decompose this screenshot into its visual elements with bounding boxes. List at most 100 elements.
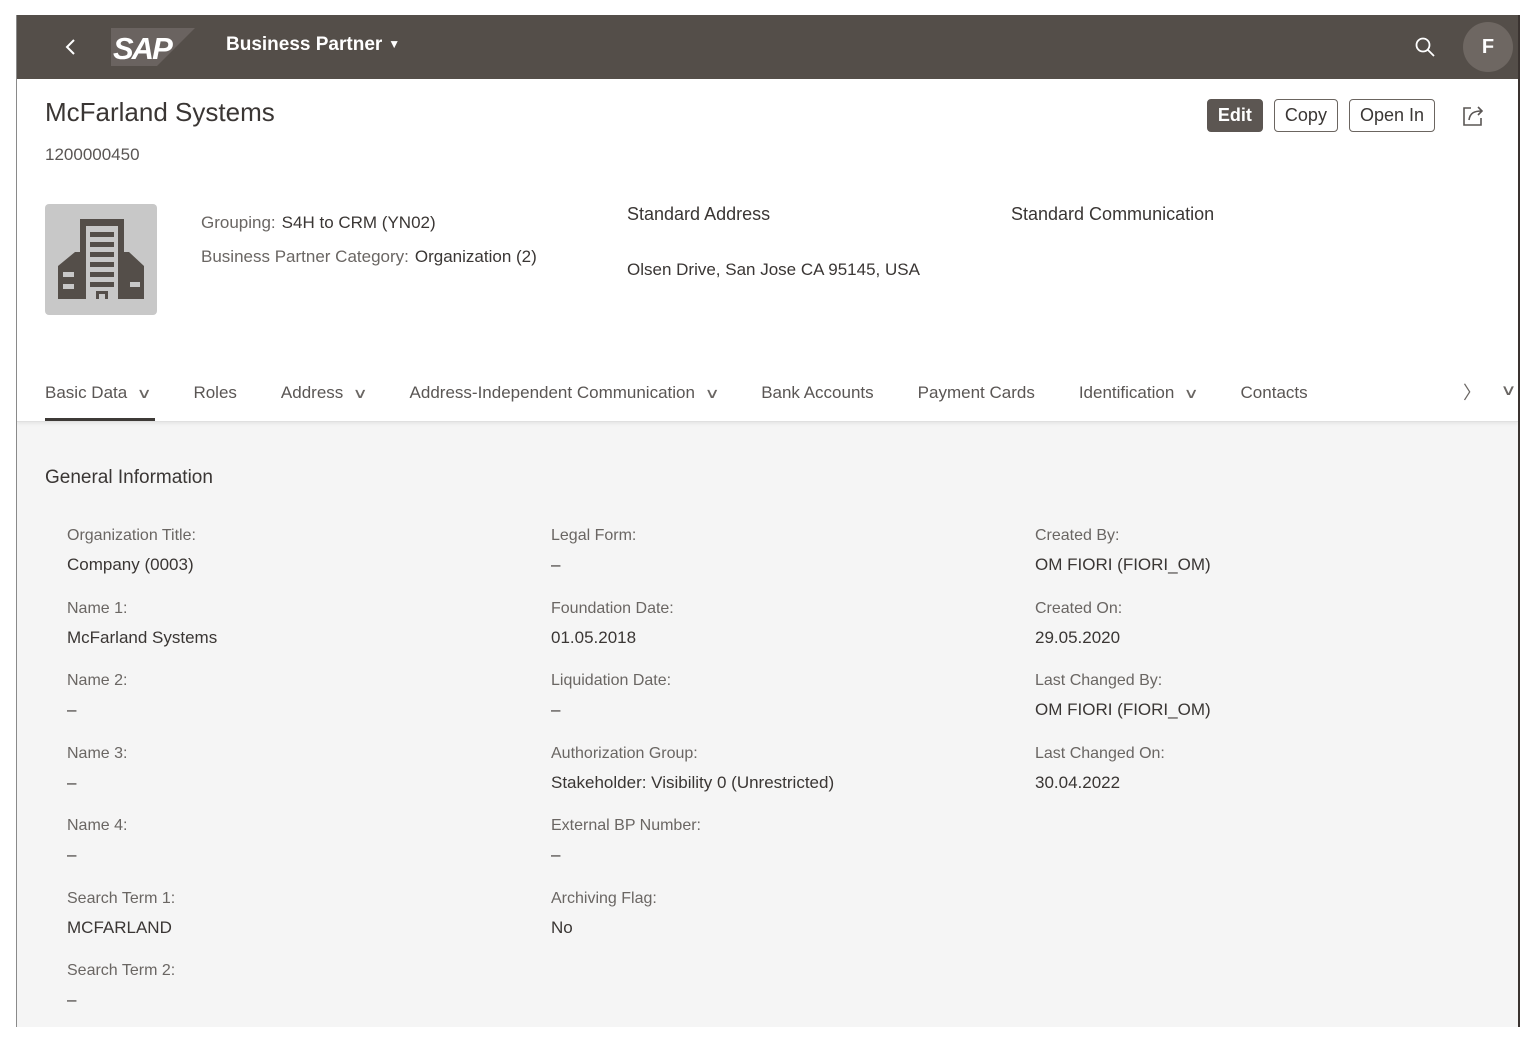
field-label: Created On:	[1035, 599, 1123, 617]
tab-label: Basic Data	[45, 383, 128, 402]
field-value: Stakeholder: Visibility 0 (Unrestricted)	[551, 772, 835, 792]
field-label: Created By:	[1035, 527, 1120, 544]
tab-label: Bank Accounts	[761, 383, 874, 402]
app-window: SAP Business Partner ▼ F McFarland System…	[16, 15, 1520, 1027]
tab-basic-data[interactable]: Basic Data ∨	[45, 369, 156, 421]
chevron-down-icon[interactable]: ∨	[137, 369, 152, 417]
field-value: –	[551, 555, 561, 574]
field-search-term-1: Search Term 1: MCFARLAND	[67, 886, 217, 959]
field-label: Archiving Flag:	[551, 889, 657, 907]
anchor-bar: Basic Data ∨ Roles Address ∨ Address-Indep…	[45, 369, 1352, 421]
field-label: Name 1:	[67, 599, 128, 617]
tab-label: Contacts	[1240, 383, 1308, 402]
tab-contacts[interactable]: Contacts	[1241, 369, 1308, 421]
building-icon	[58, 219, 144, 299]
chevron-left-icon	[65, 39, 75, 55]
field-value: –	[67, 845, 77, 864]
tab-address-independent-communication[interactable]: Address-Independent Communication ∨	[409, 369, 720, 421]
field-value: 01.05.2018	[551, 627, 637, 647]
field-label: Search Term 2:	[67, 962, 176, 979]
attribute-bp-category: Business Partner Category: Organization (…	[201, 240, 537, 274]
chevron-down-icon[interactable]: ∨	[1184, 369, 1199, 417]
standard-address-value: Olsen Drive, San Jose CA 95145, USA	[627, 260, 920, 279]
attribute-label: Business Partner Category:	[201, 247, 409, 266]
tab-label: Payment Cards	[917, 383, 1035, 402]
standard-communication-title: Standard Communication	[1011, 204, 1215, 224]
tab-label: Address	[280, 383, 344, 402]
field-value: –	[551, 845, 561, 864]
field-name-3: Name 3: –	[67, 741, 217, 814]
field-label: Organization Title:	[67, 527, 196, 544]
tab-identification[interactable]: Identification ∨	[1078, 369, 1199, 421]
field-value: 29.05.2020	[1035, 627, 1121, 647]
field-name-1: Name 1: McFarland Systems	[67, 596, 217, 669]
field-search-term-2: Search Term 2: –	[67, 958, 217, 1027]
field-authorization-group: Authorization Group: Stakeholder: Visibil…	[551, 741, 834, 814]
chevron-down-icon[interactable]: ∨	[353, 369, 368, 417]
field-value: –	[67, 990, 77, 1009]
field-label: Name 3:	[67, 744, 128, 762]
attribute-label: Grouping:	[201, 213, 276, 232]
field-external-bp-number: External BP Number: –	[551, 813, 834, 886]
sap-logo-text: SAP	[113, 31, 173, 66]
field-label: Authorization Group:	[551, 744, 698, 762]
field-last-changed-by: Last Changed By: OM FIORI (FIORI_OM)	[1035, 668, 1211, 741]
share-icon[interactable]	[1458, 101, 1488, 131]
field-name-4: Name 4: –	[67, 813, 217, 886]
header-attributes: Grouping: S4H to CRM (YN02) Business Part…	[201, 206, 537, 274]
form-column-2: Legal Form: – Foundation Date: 01.05.2018 …	[551, 523, 834, 958]
field-last-changed-on: Last Changed On: 30.04.2022	[1035, 741, 1211, 814]
field-label: Last Changed By:	[1035, 672, 1163, 689]
field-label: Name 2:	[67, 672, 128, 689]
field-value: McFarland Systems	[67, 627, 218, 647]
object-title: McFarland Systems	[45, 97, 275, 127]
header-actions: Edit Copy Open In	[1206, 99, 1488, 132]
tab-label: Identification	[1078, 383, 1175, 402]
field-label: Foundation Date:	[551, 599, 674, 617]
field-value: –	[551, 700, 561, 719]
field-value: MCFARLAND	[67, 917, 172, 937]
chevron-right-icon[interactable]: 〉	[1463, 379, 1481, 405]
field-label: Name 4:	[67, 817, 128, 834]
standard-address-title: Standard Address	[627, 204, 771, 224]
app-title-menu[interactable]: Business Partner ▼	[226, 34, 400, 56]
shell-bar: SAP Business Partner ▼ F	[17, 15, 1518, 79]
sap-logo[interactable]: SAP	[111, 28, 195, 66]
field-organization-title: Organization Title: Company (0003)	[67, 523, 217, 596]
field-label: Search Term 1:	[67, 889, 176, 907]
tab-address[interactable]: Address ∨	[280, 369, 368, 421]
field-value: No	[551, 917, 573, 937]
field-liquidation-date: Liquidation Date: –	[551, 668, 834, 741]
field-legal-form: Legal Form: –	[551, 523, 834, 596]
field-created-by: Created By: OM FIORI (FIORI_OM)	[1035, 523, 1211, 596]
edit-button[interactable]: Edit	[1206, 99, 1263, 132]
tab-bank-accounts[interactable]: Bank Accounts	[761, 369, 873, 421]
caret-down-icon: ▼	[388, 37, 401, 51]
field-label: Last Changed On:	[1035, 744, 1165, 762]
business-partner-image	[45, 204, 157, 315]
attribute-value: S4H to CRM (YN02)	[281, 213, 436, 232]
field-name-2: Name 2: –	[67, 668, 217, 741]
object-header: McFarland Systems 1200000450 Edit Copy O…	[17, 79, 1518, 422]
back-button[interactable]	[57, 33, 85, 61]
form-column-1: Organization Title: Company (0003) Name 1…	[67, 523, 217, 1027]
copy-button[interactable]: Copy	[1273, 99, 1338, 132]
field-value: OM FIORI (FIORI_OM)	[1035, 555, 1211, 574]
section-title: General Information	[45, 467, 213, 488]
overflow-chevron-down-icon[interactable]: ∨	[1500, 381, 1516, 399]
field-value: –	[67, 772, 77, 792]
field-value: OM FIORI (FIORI_OM)	[1035, 700, 1211, 719]
field-label: Legal Form:	[551, 527, 637, 544]
user-avatar[interactable]: F	[1463, 22, 1513, 72]
tab-label: Address-Independent Communication	[409, 383, 695, 402]
tab-payment-cards[interactable]: Payment Cards	[918, 369, 1035, 421]
open-in-button[interactable]: Open In	[1348, 99, 1435, 132]
field-foundation-date: Foundation Date: 01.05.2018	[551, 596, 834, 669]
app-title: Business Partner	[226, 34, 383, 55]
tab-roles[interactable]: Roles	[193, 369, 236, 421]
field-label: Liquidation Date:	[551, 672, 672, 689]
search-icon[interactable]	[1413, 35, 1437, 59]
attribute-grouping: Grouping: S4H to CRM (YN02)	[201, 206, 537, 240]
chevron-down-icon[interactable]: ∨	[704, 369, 719, 417]
form-column-3: Created By: OM FIORI (FIORI_OM) Created O…	[1035, 523, 1211, 813]
